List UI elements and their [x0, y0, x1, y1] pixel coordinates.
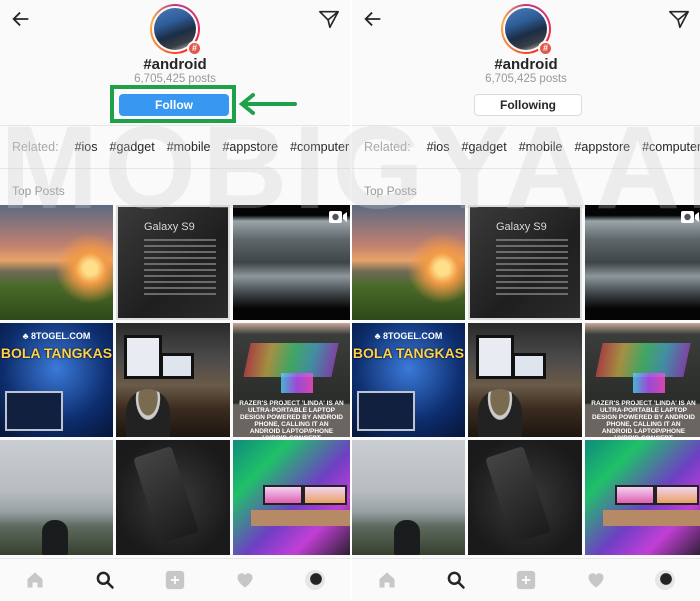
search-icon: [448, 571, 466, 589]
related-tag[interactable]: #appstore: [574, 140, 630, 154]
posts-count: 6,705,425 posts: [485, 73, 567, 85]
search-icon: [96, 571, 114, 589]
post-tile[interactable]: [233, 205, 350, 320]
related-tag[interactable]: #gadget: [110, 140, 155, 154]
post-tile[interactable]: [116, 323, 230, 437]
back-arrow-icon[interactable]: [10, 8, 32, 30]
related-tags: Related: #ios #gadget #mobile #appstore …: [364, 140, 700, 154]
post-tile[interactable]: Galaxy S9: [116, 205, 230, 320]
home-icon: [27, 572, 43, 588]
post-text: ♣ 8TOGEL.COM: [374, 331, 443, 341]
posts-count: 6,705,425 posts: [134, 73, 216, 85]
heart-icon: [237, 573, 253, 588]
post-tile[interactable]: [352, 440, 465, 555]
related-tag[interactable]: #computer: [642, 140, 700, 154]
related-tag[interactable]: #mobile: [519, 140, 563, 154]
add-post-icon: [516, 570, 536, 590]
divider: [0, 125, 350, 126]
post-tile[interactable]: [0, 205, 113, 320]
add-post-icon: [165, 570, 185, 590]
nav-search[interactable]: [92, 567, 118, 593]
home-icon: [379, 572, 395, 588]
post-tile[interactable]: Razer's Project 'Linda' is an ultra-port…: [585, 323, 700, 437]
heart-icon: [588, 573, 604, 588]
related-tag[interactable]: #gadget: [462, 140, 507, 154]
bottom-navigation: [352, 558, 700, 601]
post-tile[interactable]: Razer's Project 'Linda' is an ultra-port…: [233, 323, 350, 437]
hashtag-avatar[interactable]: #: [501, 4, 553, 56]
post-tile[interactable]: [352, 205, 465, 320]
post-text: BOLA TANGKAS: [0, 345, 113, 361]
hashtag-title: #android: [494, 56, 558, 73]
hashtag-header: # #android 6,705,425 posts Follow: [0, 0, 350, 125]
hashtag-badge-icon: #: [187, 41, 202, 56]
nav-profile[interactable]: [652, 567, 678, 593]
nav-new-post[interactable]: [513, 567, 539, 593]
nav-home[interactable]: [374, 567, 400, 593]
post-tile[interactable]: [468, 440, 582, 555]
divider: [352, 168, 700, 169]
annotation-arrow-icon: [238, 93, 297, 115]
post-tile[interactable]: ♣ 8TOGEL.COM BOLA TANGKAS: [352, 323, 465, 437]
hashtag-title: #android: [143, 56, 207, 73]
hashtag-page-after-follow: # #android 6,705,425 posts Following Rel…: [350, 0, 700, 601]
post-tile[interactable]: [585, 440, 700, 555]
bottom-navigation: [0, 558, 350, 601]
nav-new-post[interactable]: [162, 567, 188, 593]
related-tag[interactable]: #appstore: [222, 140, 278, 154]
related-tag[interactable]: #ios: [75, 140, 98, 154]
back-arrow-icon[interactable]: [362, 8, 384, 30]
divider: [352, 125, 700, 126]
related-tags: Related: #ios #gadget #mobile #appstore …: [12, 140, 349, 154]
nav-profile[interactable]: [302, 567, 328, 593]
video-icon: [329, 211, 347, 223]
hashtag-page-before-follow: # #android 6,705,425 posts Follow Relate…: [0, 0, 350, 601]
related-tag[interactable]: #computer: [290, 140, 349, 154]
related-tag[interactable]: #ios: [427, 140, 450, 154]
post-tile[interactable]: [116, 440, 230, 555]
top-posts-heading: Top Posts: [364, 184, 417, 198]
hashtag-badge-icon: #: [538, 41, 553, 56]
hashtag-header: # #android 6,705,425 posts Following: [352, 0, 700, 125]
post-caption: Razer's Project 'Linda' is an ultra-port…: [239, 400, 344, 437]
top-posts-grid: Galaxy S9 ♣ 8TOGEL.COM BOLA TANGKAS Raze…: [0, 205, 350, 555]
following-button[interactable]: Following: [474, 94, 582, 116]
top-posts-grid: Galaxy S9 ♣ 8TOGEL.COM BOLA TANGKAS Raze…: [352, 205, 700, 555]
related-label: Related:: [12, 140, 59, 154]
nav-activity[interactable]: [232, 567, 258, 593]
hashtag-avatar[interactable]: #: [150, 4, 202, 56]
nav-activity[interactable]: [583, 567, 609, 593]
post-tile[interactable]: [468, 323, 582, 437]
post-tile[interactable]: ♣ 8TOGEL.COM BOLA TANGKAS: [0, 323, 113, 437]
nav-home[interactable]: [22, 567, 48, 593]
post-tile[interactable]: [585, 205, 700, 320]
divider: [0, 168, 350, 169]
direct-message-icon[interactable]: [668, 8, 690, 30]
post-text: Galaxy S9: [496, 221, 547, 233]
post-tile[interactable]: [233, 440, 350, 555]
video-icon: [681, 211, 699, 223]
nav-search[interactable]: [443, 567, 469, 593]
related-label: Related:: [364, 140, 411, 154]
direct-message-icon[interactable]: [318, 8, 340, 30]
post-tile[interactable]: [0, 440, 113, 555]
post-text: ♣ 8TOGEL.COM: [22, 331, 91, 341]
post-caption: Razer's Project 'Linda' is an ultra-port…: [591, 400, 696, 437]
related-tag[interactable]: #mobile: [167, 140, 211, 154]
post-text: BOLA TANGKAS: [352, 345, 465, 361]
post-text: Galaxy S9: [144, 221, 195, 233]
top-posts-heading: Top Posts: [12, 184, 65, 198]
post-tile[interactable]: Galaxy S9: [468, 205, 582, 320]
comparison-screenshot: # #android 6,705,425 posts Follow Relate…: [0, 0, 700, 601]
follow-button[interactable]: Follow: [119, 94, 229, 116]
profile-avatar: [305, 570, 325, 590]
profile-avatar: [655, 570, 676, 590]
